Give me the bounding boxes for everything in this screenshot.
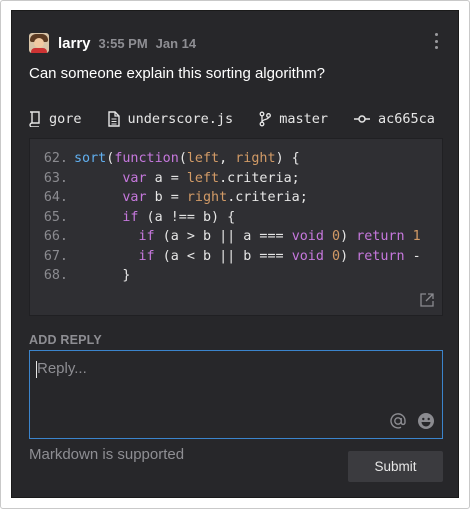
code-line: 62. sort(function(left, right) { — [30, 151, 300, 171]
line-number: 63. — [43, 170, 68, 186]
avatar[interactable] — [29, 33, 49, 53]
commit-ref[interactable]: ac665ca — [353, 111, 435, 127]
code-snippet: 62. sort(function(left, right) { 63. var … — [29, 138, 443, 316]
comment-date: Jan 14 — [155, 35, 197, 51]
line-number: 67. — [43, 248, 68, 264]
emoji-icon[interactable] — [417, 412, 435, 430]
comment-time: 3:55 PM — [98, 35, 148, 51]
comment-header: larry 3:55 PM Jan 14 — [29, 33, 204, 53]
add-reply-label: ADD REPLY — [29, 333, 102, 347]
code-line: 64. var b = right.criteria; — [30, 190, 308, 210]
code-line: 63. var a = left.criteria; — [30, 171, 300, 191]
reply-input[interactable] — [31, 352, 441, 410]
text-cursor — [36, 361, 37, 378]
repo-icon — [29, 111, 40, 127]
commit-icon — [353, 115, 370, 123]
submit-button[interactable]: Submit — [348, 451, 443, 482]
comment-message: Can someone explain this sorting algorit… — [29, 65, 325, 82]
line-number: 68. — [43, 268, 68, 283]
username[interactable]: larry — [58, 35, 91, 52]
file-ref[interactable]: underscore.js — [107, 111, 234, 127]
file-name: underscore.js — [127, 111, 234, 127]
code-reference-bar: gore underscore.js master ac665ca — [29, 109, 443, 129]
branch-ref[interactable]: master — [259, 111, 328, 127]
repo-name: gore — [49, 111, 82, 127]
file-icon — [107, 111, 120, 127]
commit-hash: ac665ca — [377, 111, 435, 127]
mention-icon[interactable] — [389, 412, 407, 430]
line-number: 62. — [43, 151, 68, 166]
line-number: 66. — [43, 229, 68, 244]
code-line: 68. } — [30, 268, 131, 288]
more-options-icon[interactable] — [433, 33, 439, 49]
markdown-note[interactable]: Markdown is supported — [29, 446, 184, 463]
branch-icon — [259, 111, 272, 127]
code-line: 66. if (a > b || a === void 0) return 1 — [30, 229, 421, 249]
reply-box — [29, 350, 443, 439]
code-line: 67. if (a < b || b === void 0) return - — [30, 249, 421, 269]
line-number: 65. — [43, 209, 68, 225]
open-external-icon[interactable] — [420, 293, 434, 307]
comment-panel: larry 3:55 PM Jan 14 Can someone explain… — [11, 10, 459, 498]
repo-ref[interactable]: gore — [29, 111, 82, 127]
branch-name: master — [279, 111, 328, 127]
line-number: 64. — [43, 190, 68, 205]
code-line: 65. if (a !== b) { — [30, 210, 235, 230]
